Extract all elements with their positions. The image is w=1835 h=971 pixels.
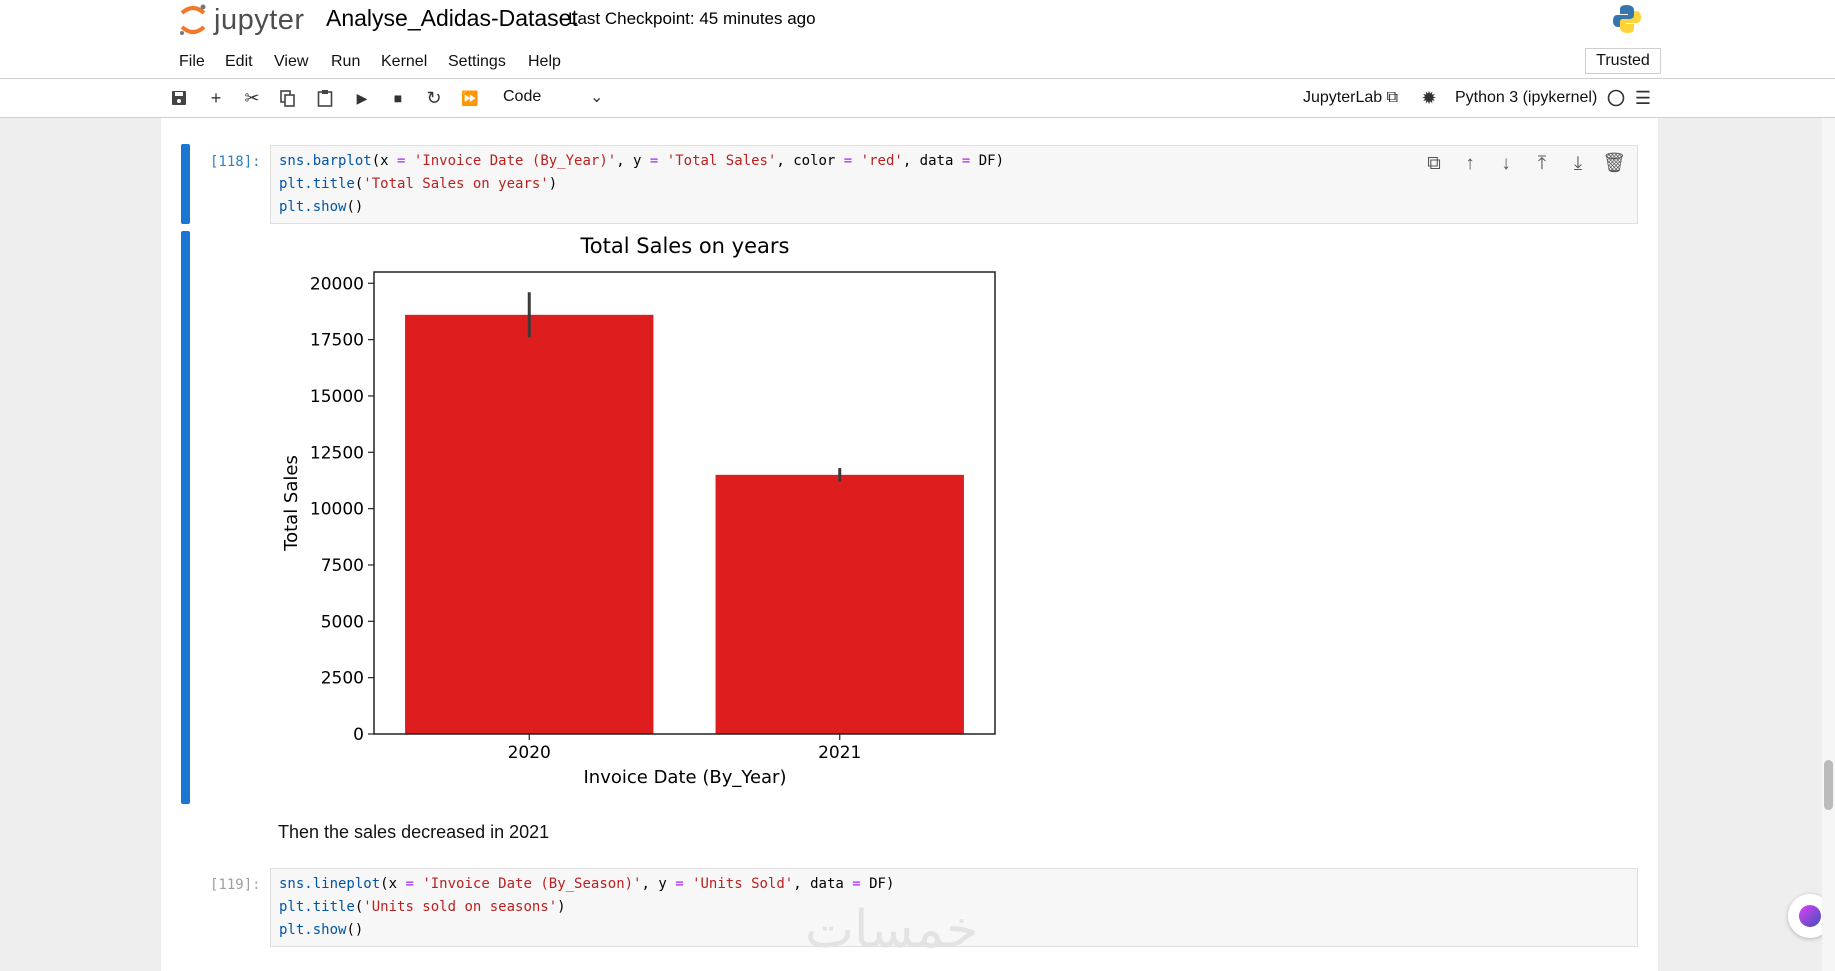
markdown-text[interactable]: Then the sales decreased in 2021 (278, 822, 549, 843)
jupyterlab-link[interactable]: JupyterLab ⧉ (1303, 89, 1398, 107)
assistant-icon (1799, 905, 1821, 927)
y-tick-label: 12500 (310, 443, 364, 463)
top-header: jupyter Analyse_Adidas-Dataset Last Chec… (0, 0, 1835, 45)
y-tick-label: 0 (353, 725, 364, 745)
trusted-badge[interactable]: Trusted (1585, 48, 1661, 74)
cell-prompt: [119]: (210, 877, 261, 893)
x-tick-label: 2020 (508, 743, 551, 763)
y-tick-label: 2500 (321, 669, 364, 689)
cell-type-select[interactable]: Code (503, 88, 541, 106)
y-axis-label: Total Sales (281, 455, 302, 552)
jupyter-logo[interactable]: jupyter (178, 2, 305, 38)
code-line-2: plt.title('Units sold on seasons') (279, 899, 566, 915)
cell-prompt: [118]: (210, 154, 261, 170)
cut-icon[interactable]: ✂ (241, 87, 263, 109)
cell-toolbar: ⧉ ↑ ↓ ⤒ ⤓ 🗑 (1420, 150, 1638, 178)
watermark: خمسات (805, 900, 979, 960)
logo-text: jupyter (214, 3, 305, 36)
notebook-title[interactable]: Analyse_Adidas-Dataset (326, 5, 578, 32)
code-line-1: sns.barplot(x = 'Invoice Date (By_Year)'… (279, 153, 1004, 169)
python-logo-icon (1613, 5, 1641, 33)
menu-bar: File Edit View Run Kernel Settings Help … (0, 44, 1835, 79)
insert-above-icon[interactable]: ⤒ (1528, 150, 1556, 178)
insert-below-icon[interactable]: ⤓ (1564, 150, 1592, 178)
jupyter-logo-icon (180, 4, 206, 35)
bar-2021 (715, 474, 964, 734)
output-collapser[interactable] (181, 231, 190, 804)
scrollbar-track[interactable] (1822, 118, 1835, 971)
code-line-1: sns.lineplot(x = 'Invoice Date (By_Seaso… (279, 876, 895, 892)
copy-icon[interactable] (277, 87, 299, 109)
bar-2020 (405, 314, 654, 734)
jupyterlab-label: JupyterLab (1303, 89, 1383, 106)
paste-icon[interactable] (314, 87, 336, 109)
delete-icon[interactable]: 🗑 (1600, 150, 1628, 178)
chart-title: Total Sales on years (580, 234, 790, 258)
x-tick-label: 2021 (818, 743, 861, 763)
menu-settings[interactable]: Settings (448, 53, 506, 71)
menu-file[interactable]: File (179, 53, 205, 71)
y-tick-label: 15000 (310, 387, 364, 407)
save-icon[interactable] (168, 87, 190, 109)
code-line-2: plt.title('Total Sales on years') (279, 176, 558, 192)
move-up-icon[interactable]: ↑ (1456, 150, 1484, 178)
menu-hamburger-icon[interactable]: ☰ (1632, 87, 1654, 109)
checkpoint-status: Last Checkpoint: 45 minutes ago (568, 9, 816, 28)
kernel-name[interactable]: Python 3 (ipykernel) (1455, 89, 1597, 107)
menu-edit[interactable]: Edit (225, 53, 253, 71)
debug-bug-icon[interactable]: ✹ (1418, 87, 1440, 109)
y-tick-label: 20000 (310, 274, 364, 294)
notebook-toolbar: + ✂ ▶ ■ ↻ ⏩ Code ⌄ JupyterLab ⧉ ✹ Python… (0, 79, 1835, 118)
duplicate-icon[interactable]: ⧉ (1420, 150, 1448, 178)
move-down-icon[interactable]: ↓ (1492, 150, 1520, 178)
menu-view[interactable]: View (274, 53, 308, 71)
menu-kernel[interactable]: Kernel (381, 53, 427, 71)
stop-icon[interactable]: ■ (387, 87, 409, 109)
y-tick-label: 7500 (321, 556, 364, 576)
bar-chart: Total Sales on years 0 2500 5000 7500 10000 1… (281, 234, 996, 788)
run-icon[interactable]: ▶ (351, 87, 373, 109)
kernel-status-icon (1605, 87, 1627, 109)
restart-icon[interactable]: ↻ (423, 87, 445, 109)
add-cell-icon[interactable]: + (205, 87, 227, 109)
x-axis-label: Invoice Date (By_Year) (584, 767, 787, 788)
menu-run[interactable]: Run (331, 53, 360, 71)
code-line-3: plt.show() (279, 922, 364, 938)
menu-help[interactable]: Help (528, 53, 561, 71)
input-collapser[interactable] (181, 144, 190, 224)
y-tick-label: 17500 (310, 331, 364, 351)
chevron-down-icon[interactable]: ⌄ (590, 87, 603, 107)
external-link-icon: ⧉ (1386, 89, 1399, 106)
scrollbar-thumb[interactable] (1824, 760, 1833, 810)
y-tick-label: 5000 (321, 612, 364, 632)
y-tick-label: 10000 (310, 500, 364, 520)
fast-forward-icon[interactable]: ⏩ (459, 87, 481, 109)
code-line-3: plt.show() (279, 199, 364, 215)
